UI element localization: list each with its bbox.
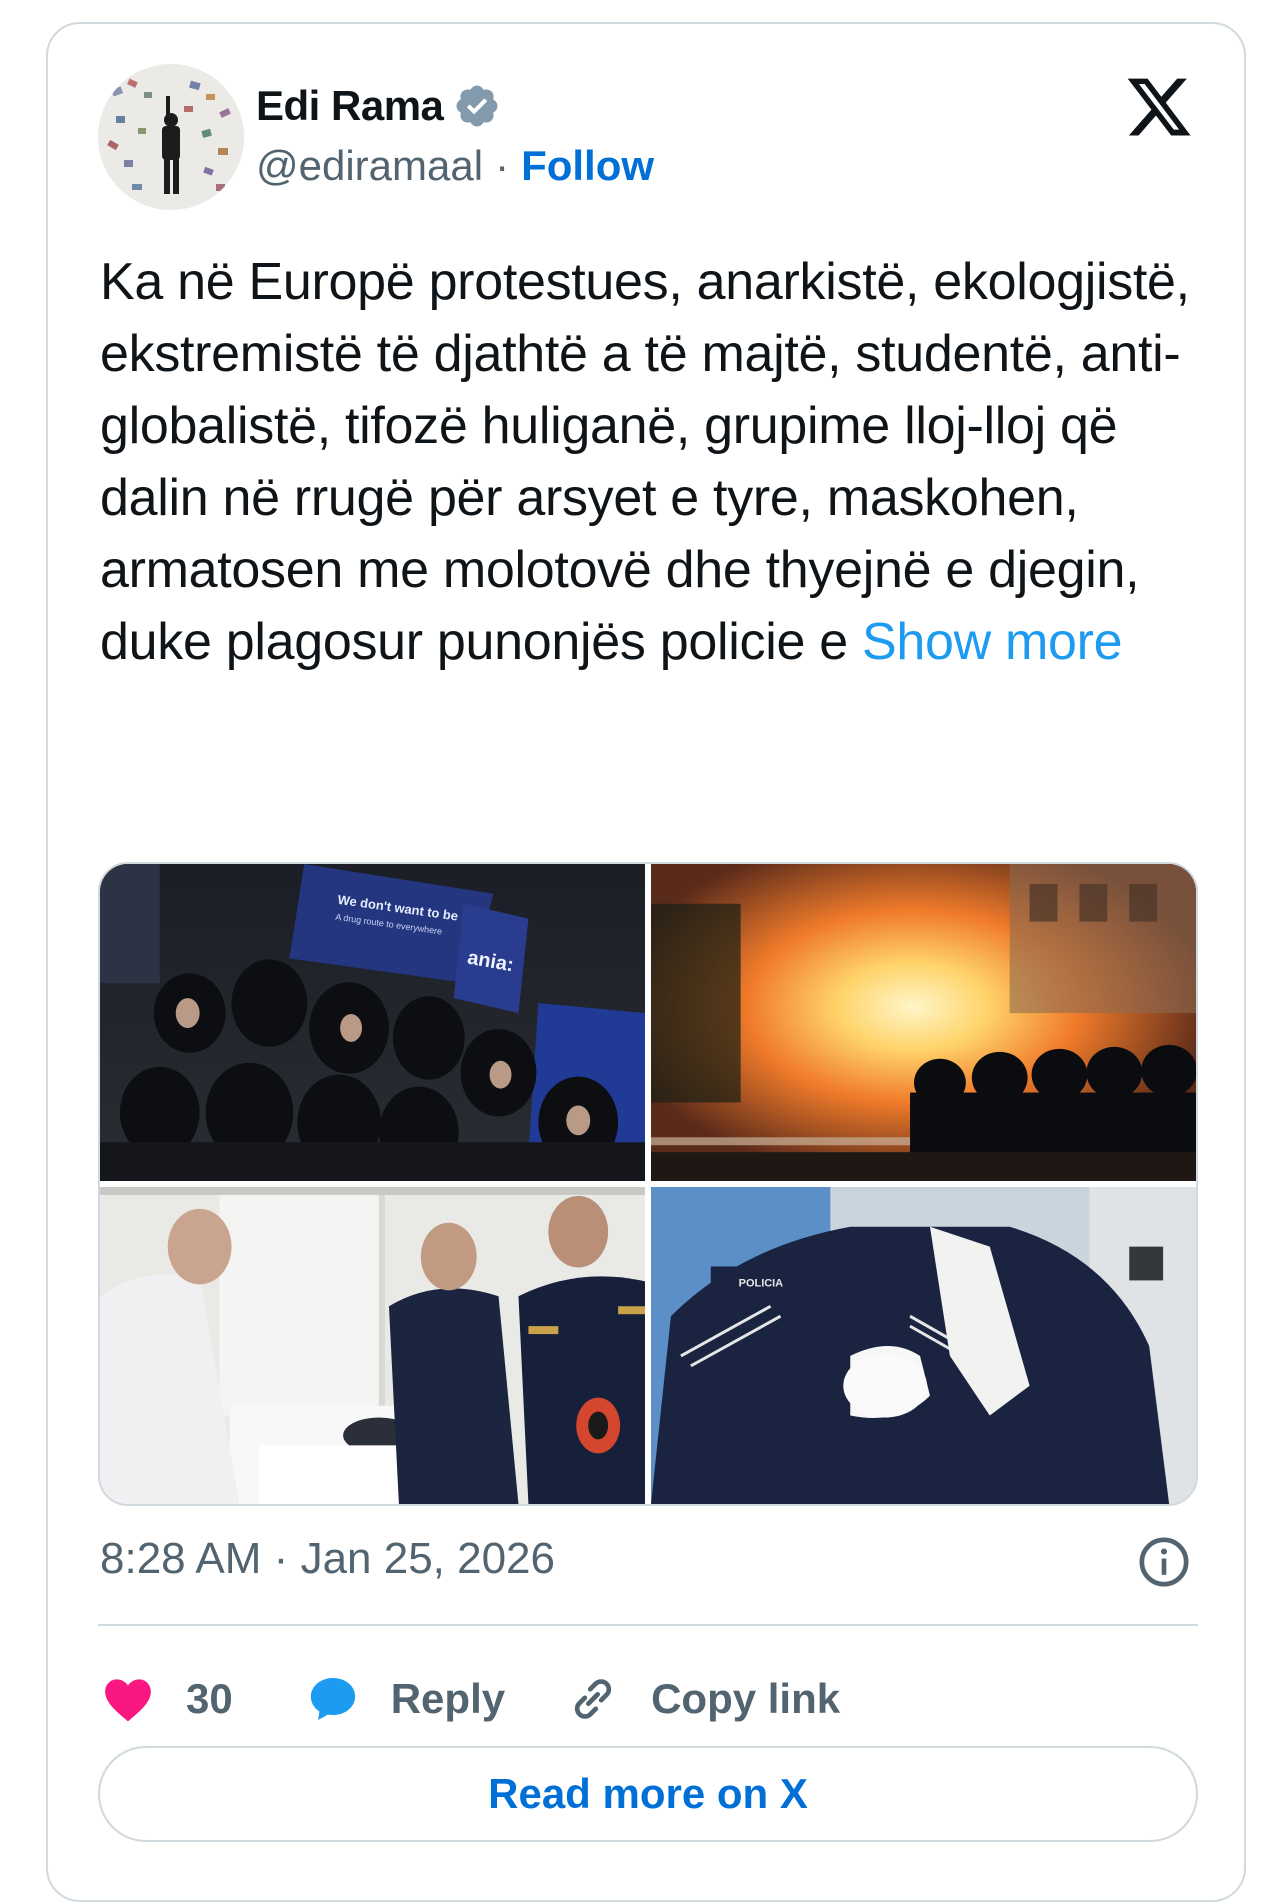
- photo-injured-officer[interactable]: POLICIA: [651, 1187, 1196, 1504]
- timestamp-separator: ·: [273, 1534, 289, 1583]
- action-bar: 30 Reply Copy link: [100, 1664, 840, 1734]
- copy-link-label: Copy link: [651, 1675, 841, 1722]
- heart-icon: [105, 1679, 151, 1722]
- author-block: Edi Rama @ediramaal · Follow: [256, 78, 654, 194]
- photo-fire-riot[interactable]: [651, 864, 1196, 1181]
- uniform-badge: POLICIA: [739, 1277, 784, 1289]
- tweet-date: Jan 25, 2026: [300, 1534, 556, 1583]
- verified-badge-icon: [456, 85, 498, 127]
- photo-protest-crowd-image: We don't want to be A drug route to ever…: [100, 864, 645, 1181]
- avatar[interactable]: [98, 64, 244, 210]
- photo-protest-crowd[interactable]: We don't want to be A drug route to ever…: [100, 864, 645, 1181]
- read-more-button[interactable]: Read more on X: [98, 1746, 1198, 1842]
- copy-link-button[interactable]: Copy link: [565, 1671, 840, 1727]
- like-count: 30: [186, 1675, 233, 1722]
- photo-hospital-visit-image: [100, 1187, 645, 1504]
- like-button[interactable]: 30: [100, 1671, 233, 1727]
- info-icon[interactable]: [1136, 1534, 1192, 1590]
- reply-bubble-icon: [310, 1678, 355, 1720]
- x-logo-icon[interactable]: [1124, 72, 1194, 142]
- tweet-body: Ka në Europë protestues, anarkistë, ekol…: [100, 253, 1190, 671]
- tweet-time: 8:28 AM: [100, 1534, 262, 1583]
- author-handle-row: @ediramaal · Follow: [256, 138, 654, 194]
- tweet-text: Ka në Europë protestues, anarkistë, ekol…: [100, 246, 1210, 678]
- handle-separator: ·: [495, 142, 510, 189]
- divider: [98, 1624, 1198, 1626]
- follow-button[interactable]: Follow: [521, 142, 654, 190]
- timestamp[interactable]: 8:28 AM · Jan 25, 2026: [100, 1534, 555, 1584]
- author-name[interactable]: Edi Rama: [256, 82, 444, 130]
- media-grid: We don't want to be A drug route to ever…: [98, 862, 1198, 1506]
- link-icon: [574, 1679, 612, 1719]
- photo-hospital-visit[interactable]: [100, 1187, 645, 1504]
- avatar-image: [98, 64, 244, 210]
- show-more-link[interactable]: Show more: [862, 613, 1123, 671]
- tweet-card: Edi Rama @ediramaal · Follow Ka në Europ…: [46, 22, 1246, 1902]
- author-handle[interactable]: @ediramaal: [256, 142, 483, 190]
- photo-fire-riot-image: [651, 864, 1196, 1181]
- reply-label: Reply: [390, 1675, 506, 1722]
- author-name-row: Edi Rama: [256, 78, 654, 134]
- reply-button[interactable]: Reply: [305, 1671, 505, 1727]
- photo-injured-officer-image: POLICIA: [651, 1187, 1196, 1504]
